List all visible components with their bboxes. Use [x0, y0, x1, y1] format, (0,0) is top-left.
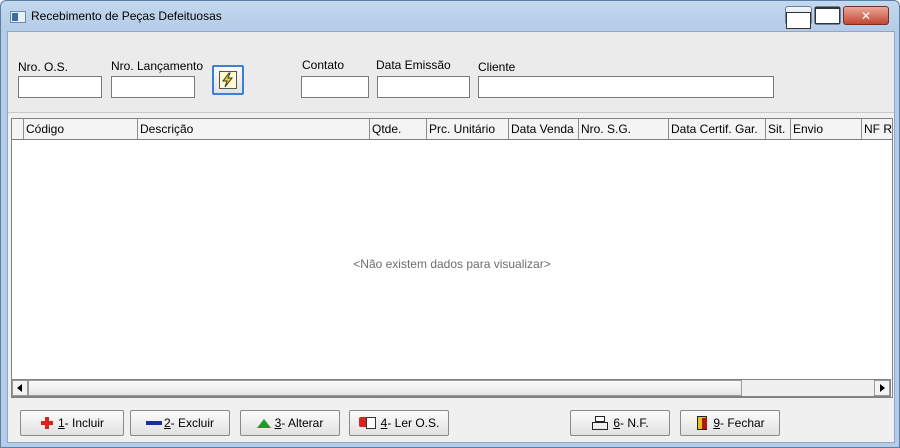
- nro-lancamento-label: Nro. Lançamento: [111, 59, 204, 73]
- column-header-sit[interactable]: Sit.: [766, 119, 791, 139]
- grid-header: Código Descrição Qtde. Prc. Unitário Dat…: [12, 119, 892, 140]
- maximize-icon: [815, 7, 840, 24]
- search-lancamento-button[interactable]: [212, 65, 244, 95]
- column-header-codigo[interactable]: Código: [24, 119, 138, 139]
- incluir-button[interactable]: 1- Incluir: [20, 410, 124, 436]
- lightning-icon: [219, 71, 237, 89]
- excluir-button[interactable]: 2- Excluir: [130, 410, 230, 436]
- window-title: Recebimento de Peças Defeituosas: [31, 9, 222, 23]
- incluir-shortcut: 1: [57, 416, 65, 430]
- incluir-label: - Incluir: [64, 416, 105, 430]
- contato-label: Contato: [302, 58, 345, 72]
- data-emissao-input[interactable]: [377, 76, 470, 98]
- nro-lancamento-input[interactable]: [111, 76, 195, 98]
- column-header-prc-unitario[interactable]: Prc. Unitário: [427, 119, 509, 139]
- ler-os-button[interactable]: 4- Ler O.S.: [349, 410, 449, 436]
- grid-horizontal-scrollbar[interactable]: [11, 379, 891, 397]
- scroll-left-arrow-icon[interactable]: [12, 380, 28, 396]
- column-header-data-certif-gar[interactable]: Data Certif. Gar.: [669, 119, 766, 139]
- fechar-button[interactable]: 9- Fechar: [680, 410, 780, 436]
- app-window-icon: [10, 11, 26, 23]
- plus-icon: [40, 416, 54, 430]
- contato-input[interactable]: [301, 76, 369, 98]
- nro-os-label: Nro. O.S.: [18, 60, 69, 74]
- column-header-nf-r[interactable]: NF R: [862, 119, 892, 139]
- ler-os-label: - Ler O.S.: [387, 416, 440, 430]
- excluir-shortcut: 2: [163, 416, 171, 430]
- title-bar[interactable]: Recebimento de Peças Defeituosas ✕: [1, 1, 899, 31]
- column-header-envio[interactable]: Envio: [791, 119, 862, 139]
- cliente-label: Cliente: [478, 60, 516, 74]
- alterar-button[interactable]: 3- Alterar: [240, 410, 340, 436]
- fechar-shortcut: 9: [713, 416, 720, 430]
- maximize-button[interactable]: [814, 6, 841, 25]
- filter-panel: Nro. O.S. Nro. Lançamento Contato Data E…: [8, 32, 894, 113]
- nf-shortcut: 6: [613, 416, 620, 430]
- column-header-data-venda[interactable]: Data Venda: [509, 119, 579, 139]
- row-indicator-column: [12, 119, 24, 139]
- exit-door-icon: [695, 416, 709, 430]
- items-grid[interactable]: Código Descrição Qtde. Prc. Unitário Dat…: [11, 118, 893, 398]
- close-button[interactable]: ✕: [843, 6, 889, 25]
- close-icon: ✕: [860, 8, 872, 23]
- excluir-label: - Excluir: [170, 416, 215, 430]
- column-header-descricao[interactable]: Descrição: [138, 119, 370, 139]
- scroll-right-arrow-icon[interactable]: [874, 380, 890, 396]
- alterar-label: - Alterar: [281, 416, 324, 430]
- column-header-nro-sg[interactable]: Nro. S.G.: [579, 119, 669, 139]
- scroll-thumb[interactable]: [28, 380, 742, 396]
- minimize-button[interactable]: [785, 6, 812, 29]
- read-document-icon: [358, 416, 377, 430]
- nf-button[interactable]: 6- N.F.: [570, 410, 670, 436]
- triangle-up-icon: [256, 416, 271, 430]
- form-client-area: Nro. O.S. Nro. Lançamento Contato Data E…: [7, 31, 895, 443]
- printer-icon: [591, 416, 609, 430]
- cliente-input[interactable]: [478, 76, 774, 98]
- fechar-label: - Fechar: [720, 416, 765, 430]
- minus-icon: [145, 416, 162, 430]
- grid-empty-message: <Não existem dados para visualizar>: [353, 257, 551, 271]
- minimize-icon: [786, 12, 811, 29]
- nro-os-input[interactable]: [18, 76, 102, 98]
- nf-label: - N.F.: [620, 416, 649, 430]
- data-emissao-label: Data Emissão: [376, 58, 451, 72]
- column-header-qtde[interactable]: Qtde.: [370, 119, 427, 139]
- app-window: Recebimento de Peças Defeituosas ✕ Nro. …: [0, 0, 900, 448]
